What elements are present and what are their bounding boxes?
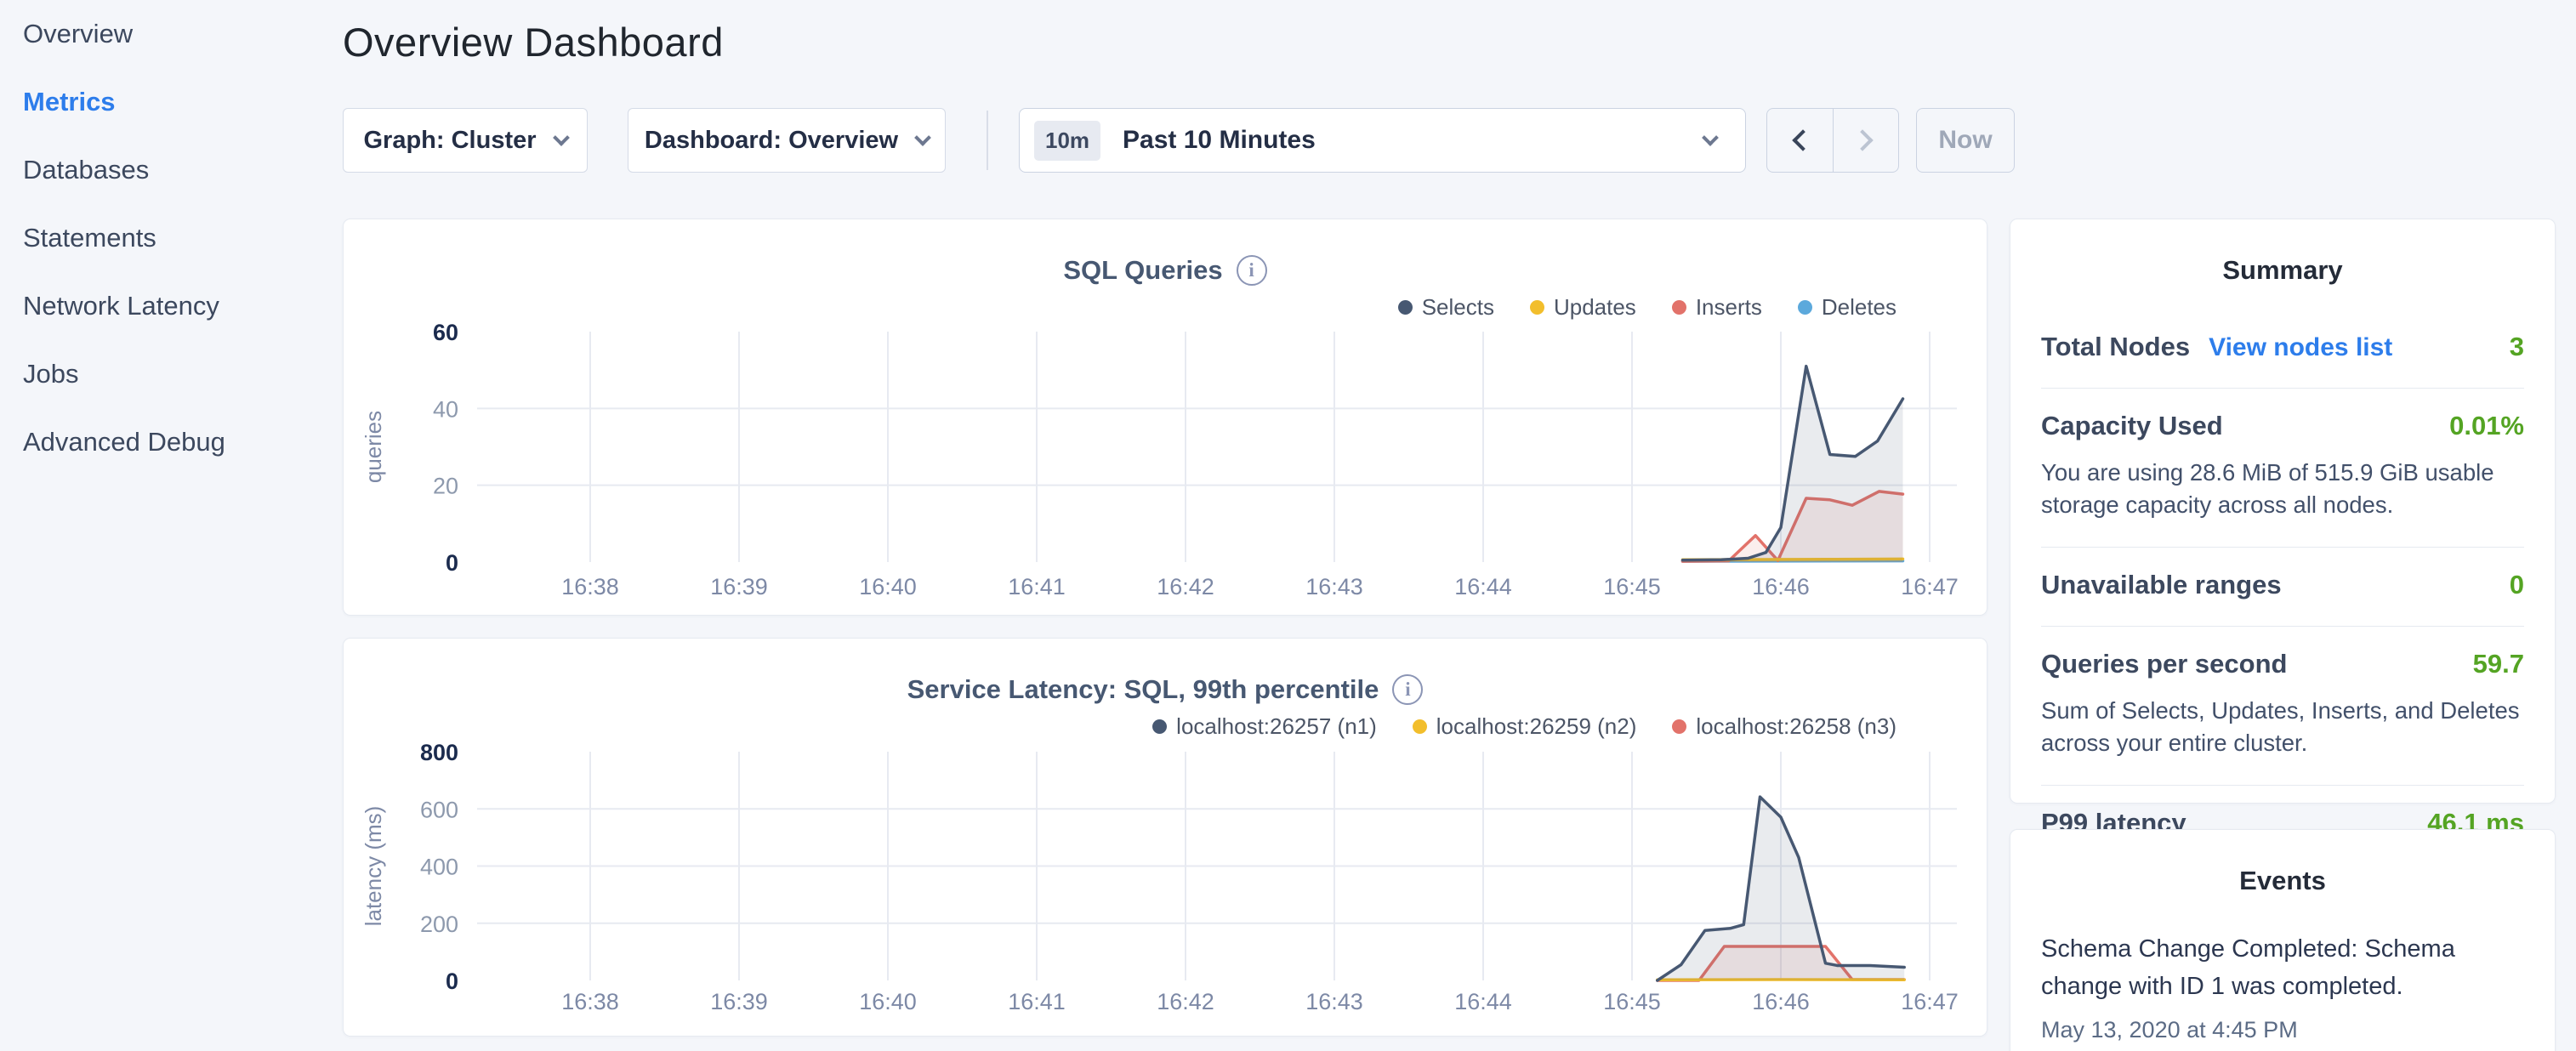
x-tick-label: 16:42 (1157, 574, 1214, 599)
x-tick-label: 16:45 (1603, 574, 1661, 599)
sql-queries-chart[interactable]: 0 20 40 60 16:38 16:39 16:40 16:41 16:42 16:43 16:… (344, 219, 1988, 616)
x-tick-label: 16:47 (1901, 574, 1959, 599)
x-tick-label: 16:38 (561, 574, 619, 599)
y-tick-label: 20 (433, 474, 458, 499)
summary-row: Total Nodes View nodes list 3 (2041, 310, 2524, 389)
sidebar-item-databases[interactable]: Databases (0, 136, 319, 204)
x-tick-label: 16:39 (710, 989, 768, 1014)
x-tick-label: 16:45 (1603, 989, 1661, 1014)
summary-row-subtext: Sum of Selects, Updates, Inserts, and De… (2041, 695, 2524, 759)
series-area-Selects (1683, 366, 1903, 562)
time-range-label: Past 10 Minutes (1123, 126, 1704, 155)
y-tick-label: 600 (420, 797, 458, 822)
x-tick-label: 16:43 (1305, 574, 1363, 599)
x-tick-label: 16:46 (1752, 574, 1810, 599)
chevron-down-icon (553, 129, 570, 146)
y-tick-label: 800 (420, 740, 458, 765)
y-tick-label: 60 (433, 320, 458, 345)
summary-row: Queries per second 59.7 Sum of Selects, Up… (2041, 627, 2524, 786)
page-title: Overview Dashboard (343, 19, 724, 65)
graph-scope-dropdown-label: Graph: Cluster (363, 127, 536, 155)
sidebar-item-statements[interactable]: Statements (0, 204, 319, 272)
toolbar-divider (987, 111, 988, 170)
summary-row: Unavailable ranges 0 (2041, 548, 2524, 627)
sql-queries-chart-card: SQL Queries i SelectsUpdatesInsertsDelet… (343, 219, 1987, 616)
chevron-down-icon (1702, 129, 1719, 146)
summary-row-label: Capacity Used (2041, 411, 2223, 441)
summary-row-subtext: You are using 28.6 MiB of 515.9 GiB usab… (2041, 457, 2524, 521)
time-step-forward-button[interactable] (1833, 109, 1899, 172)
y-tick-label: 400 (420, 855, 458, 880)
chevron-left-icon (1793, 129, 1814, 151)
events-panel: Events Schema Change Completed: Schema c… (2010, 829, 2556, 1051)
y-axis-label: latency (ms) (361, 806, 386, 927)
time-range-dropdown[interactable]: 10m Past 10 Minutes (1019, 108, 1746, 173)
x-tick-label: 16:43 (1305, 989, 1363, 1014)
y-tick-label: 0 (446, 550, 458, 576)
time-step-back-button[interactable] (1767, 109, 1833, 172)
sidebar-item-metrics[interactable]: Metrics (0, 68, 319, 136)
x-tick-label: 16:44 (1454, 574, 1512, 599)
sidebar-item-network-latency[interactable]: Network Latency (0, 272, 319, 340)
summary-row: Capacity Used 0.01% You are using 28.6 MiB… (2041, 389, 2524, 548)
summary-row-label: Unavailable ranges (2041, 570, 2282, 600)
y-tick-label: 40 (433, 396, 458, 422)
summary-heading: Summary (2010, 219, 2555, 286)
x-tick-label: 16:41 (1008, 574, 1066, 599)
x-tick-label: 16:44 (1454, 989, 1512, 1014)
y-tick-label: 0 (446, 969, 458, 994)
time-step-buttons (1766, 108, 1899, 173)
x-tick-label: 16:46 (1752, 989, 1810, 1014)
dashboard-dropdown[interactable]: Dashboard: Overview (628, 108, 946, 173)
overview-dashboard-page: { "header": { "title": "Overview Dashboa… (0, 0, 2576, 1051)
event-item[interactable]: Schema Change Completed: Schema change w… (2010, 896, 2555, 1043)
summary-row-label: Total Nodes (2041, 332, 2190, 362)
dashboard-dropdown-label: Dashboard: Overview (645, 127, 898, 155)
time-range-badge: 10m (1034, 121, 1100, 161)
x-tick-label: 16:39 (710, 574, 768, 599)
chevron-down-icon (914, 129, 931, 146)
summary-row-value: 0 (2510, 570, 2524, 600)
x-tick-label: 16:41 (1008, 989, 1066, 1014)
summary-row-value: 0.01% (2449, 411, 2524, 441)
x-tick-label: 16:38 (561, 989, 619, 1014)
view-nodes-list-link[interactable]: View nodes list (2209, 333, 2392, 362)
summary-row-value: 59.7 (2473, 649, 2524, 679)
sidebar-item-advanced-debug[interactable]: Advanced Debug (0, 408, 319, 476)
service-latency-chart-card: Service Latency: SQL, 99th percentile i … (343, 638, 1987, 1037)
x-tick-label: 16:40 (859, 989, 917, 1014)
sidebar-item-jobs[interactable]: Jobs (0, 340, 319, 408)
sidebar-item-overview[interactable]: Overview (0, 0, 319, 68)
y-tick-label: 200 (420, 912, 458, 937)
events-heading: Events (2010, 830, 2555, 896)
event-timestamp: May 13, 2020 at 4:45 PM (2041, 1017, 2524, 1043)
summary-row-label: Queries per second (2041, 649, 2287, 679)
x-tick-label: 16:47 (1901, 989, 1959, 1014)
service-latency-chart[interactable]: 0 200 400 600 800 16:38 16:39 16:40 16:41 16:42 16… (344, 639, 1988, 1037)
summary-row-value: 3 (2510, 332, 2524, 362)
event-text: Schema Change Completed: Schema change w… (2041, 930, 2524, 1005)
y-axis-label: queries (361, 411, 386, 483)
summary-panel: Summary Total Nodes View nodes list 3 Capac… (2010, 219, 2556, 804)
x-tick-label: 16:40 (859, 574, 917, 599)
now-button[interactable]: Now (1916, 108, 2015, 173)
graph-scope-dropdown[interactable]: Graph: Cluster (343, 108, 588, 173)
series-area-localhost:26257 (n1) (1658, 797, 1904, 980)
sidebar-nav: OverviewMetricsDatabasesStatementsNetwor… (0, 0, 319, 1051)
chevron-right-icon (1851, 129, 1873, 151)
x-tick-label: 16:42 (1157, 989, 1214, 1014)
